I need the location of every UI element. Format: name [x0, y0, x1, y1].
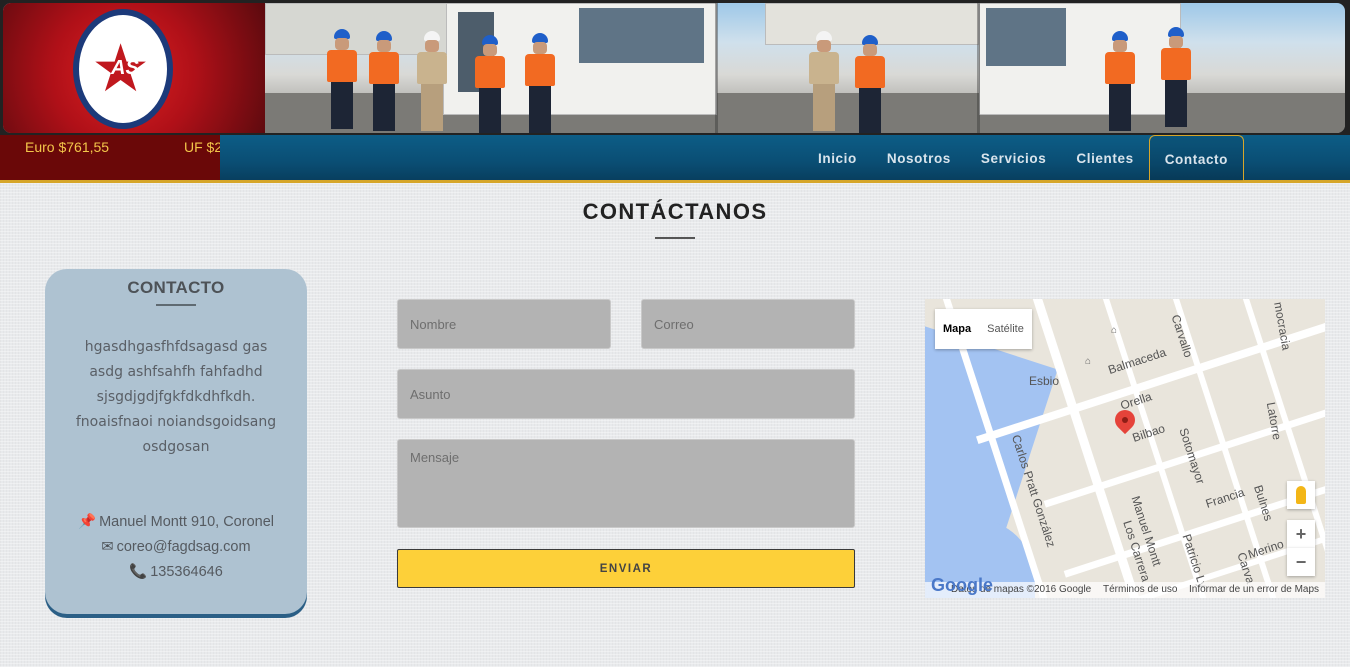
contact-card: CONTACTO hgasdhgasfhfdsagasd gas asdg as… — [45, 269, 307, 614]
nav-item-inicio[interactable]: Inicio — [803, 135, 872, 180]
page-title: CONTÁCTANOS — [582, 199, 768, 224]
guard-figure — [807, 31, 841, 131]
phone-text: 135364646 — [150, 564, 223, 580]
guard-figure — [853, 35, 887, 133]
phone-line: 📞 135364646 — [45, 560, 307, 585]
guard-figure — [473, 35, 507, 133]
contact-description: hgasdhgasfhfdsagasd gas asdg ashfsahfh f… — [75, 339, 277, 455]
contact-info: 📌 Manuel Montt 910, Coronel ✉ coreo@fagdsa… — [45, 510, 307, 585]
guard-figure — [1103, 31, 1137, 131]
envelope-icon: ✉ — [101, 539, 114, 555]
email-text[interactable]: coreo@fagdsag.com — [117, 539, 251, 555]
ticker-item-uf: UF $2 — [184, 139, 220, 155]
send-button[interactable]: ENVIAR — [397, 549, 855, 588]
poi-icon: ⌂ — [1085, 356, 1092, 367]
contact-card-divider — [156, 304, 196, 306]
guard-figure — [415, 31, 449, 131]
guard-figure — [325, 29, 359, 129]
pin-icon: 📌 — [78, 514, 97, 530]
contact-card-heading: CONTACTO — [127, 278, 225, 297]
location-map[interactable]: Balmaceda Carvallo Esbio Orella Bilbao S… — [925, 299, 1325, 598]
email-line: ✉ coreo@fagdsag.com — [45, 535, 307, 560]
subject-field[interactable] — [397, 369, 855, 419]
map-type-satellite[interactable]: Satélite — [979, 309, 1032, 349]
street-label: Esbio — [1029, 374, 1060, 388]
nav-item-clientes[interactable]: Clientes — [1061, 135, 1148, 180]
message-field[interactable] — [397, 439, 855, 528]
map-type-toggle: Mapa Satélite — [935, 309, 1032, 349]
company-logo: ★ AS — [73, 9, 173, 129]
pegman-icon — [1296, 486, 1306, 504]
location-pin-dot — [1122, 417, 1128, 423]
poi-icon: ⌂ — [1111, 325, 1118, 336]
header-banner: ★ AS — [0, 0, 1350, 135]
guard-figure — [523, 33, 557, 133]
street-label: Balmaceda — [1106, 345, 1168, 377]
zoom-in-button[interactable]: + — [1287, 520, 1315, 548]
photo-divider — [715, 3, 718, 133]
currency-ticker: Euro $761,55 UF $2 — [0, 135, 220, 180]
ticker-item-euro: Euro $761,55 — [25, 139, 110, 155]
name-field[interactable] — [397, 299, 611, 349]
title-divider — [655, 237, 695, 239]
photo-divider — [977, 3, 980, 133]
guard-figure — [367, 31, 401, 131]
zoom-out-button[interactable]: − — [1287, 548, 1315, 576]
main-navbar: Euro $761,55 UF $2 Inicio Nosotros Servi… — [0, 135, 1350, 183]
banner-photo: ★ AS — [3, 3, 1345, 133]
nav-menu: Inicio Nosotros Servicios Clientes Conta… — [803, 135, 1244, 181]
map-type-map[interactable]: Mapa — [935, 309, 979, 349]
email-field[interactable] — [641, 299, 855, 349]
nav-item-servicios[interactable]: Servicios — [966, 135, 1061, 180]
street-view-button[interactable] — [1287, 481, 1315, 509]
address-text: Manuel Montt 910, Coronel — [99, 514, 274, 530]
nav-item-contacto[interactable]: Contacto — [1148, 135, 1244, 181]
address-line: 📌 Manuel Montt 910, Coronel — [45, 510, 307, 535]
logo-vehicle: ★ AS — [3, 3, 265, 133]
phone-icon: 📞 — [129, 564, 148, 580]
guard-booth-2 — [979, 3, 1181, 115]
google-logo[interactable]: Google — [931, 575, 993, 596]
guard-figure — [1159, 27, 1193, 127]
nav-item-nosotros[interactable]: Nosotros — [872, 135, 966, 180]
map-terms-link[interactable]: Términos de uso — [1103, 584, 1177, 595]
logo-text: AS — [111, 57, 139, 79]
map-report-link[interactable]: Informar de un error de Maps — [1189, 584, 1319, 595]
